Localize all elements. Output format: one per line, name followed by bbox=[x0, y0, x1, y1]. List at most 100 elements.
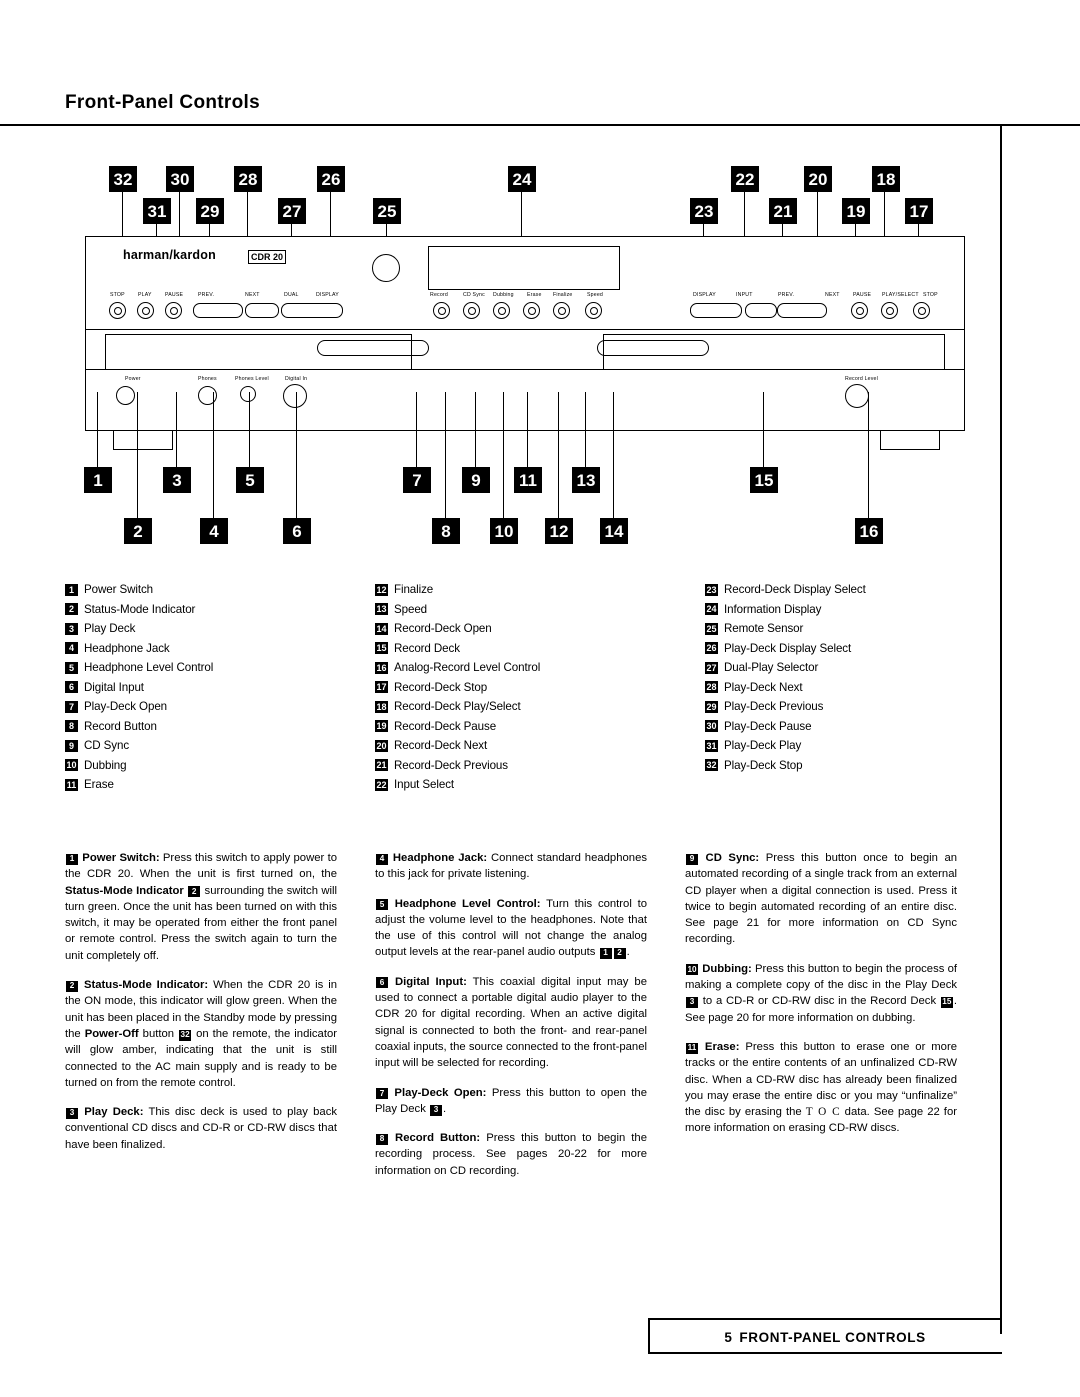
callout-11: 11 bbox=[514, 467, 542, 493]
index-item-number: 5 bbox=[65, 661, 78, 674]
index-item-number: 14 bbox=[375, 622, 388, 635]
index-item-25: 25 Remote Sensor bbox=[705, 619, 1025, 639]
footer-page-number: 5 bbox=[724, 1329, 733, 1345]
footer-top-rule bbox=[648, 1318, 1002, 1320]
description-number: 11 bbox=[686, 1042, 698, 1054]
callout-21: 21 bbox=[769, 198, 797, 224]
play-deck-previous-button[interactable] bbox=[193, 303, 243, 318]
erase-button[interactable] bbox=[523, 302, 540, 319]
speed-button[interactable] bbox=[585, 302, 602, 319]
minilabel-dual-selector: DUAL bbox=[284, 292, 299, 298]
leader-1 bbox=[97, 392, 98, 467]
callout-32: 32 bbox=[109, 166, 137, 192]
minilabel-record: Record bbox=[430, 292, 448, 298]
callout-27: 27 bbox=[278, 198, 306, 224]
play-deck-pause-button[interactable] bbox=[165, 302, 182, 319]
dual-play-selector-button[interactable] bbox=[281, 303, 343, 318]
index-item-label: Information Display bbox=[724, 602, 822, 616]
input-select-button[interactable] bbox=[745, 303, 777, 318]
index-item-1: 1 Power Switch bbox=[65, 580, 365, 600]
headphone-level-control[interactable] bbox=[240, 386, 256, 402]
callout-29: 29 bbox=[196, 198, 224, 224]
page-footer: 5 FRONT-PANEL CONTROLS bbox=[648, 1322, 1002, 1352]
minilabel-digital-in: Digital In bbox=[285, 376, 308, 382]
cd-sync-button[interactable] bbox=[463, 302, 480, 319]
index-item-14: 14 Record-Deck Open bbox=[375, 619, 675, 639]
minilabel-erase: Erase bbox=[527, 292, 542, 298]
index-item-number: 8 bbox=[65, 720, 78, 733]
play-deck-next-button[interactable] bbox=[245, 303, 279, 318]
record-deck-open-slot[interactable] bbox=[597, 340, 709, 356]
minilabel-pause-record-deck: PAUSE bbox=[853, 292, 872, 298]
record-deck-display-select-button[interactable] bbox=[690, 303, 742, 318]
headphone-jack[interactable] bbox=[198, 386, 217, 405]
callout-19: 19 bbox=[842, 198, 870, 224]
callout-25: 25 bbox=[373, 198, 401, 224]
index-item-29: 29 Play-Deck Previous bbox=[705, 697, 1025, 717]
minilabel-dubbing: Dubbing bbox=[493, 292, 514, 298]
finalize-button[interactable] bbox=[553, 302, 570, 319]
index-column-1: 1 Power Switch 2 Status-Mode Indicator 3 Play… bbox=[65, 580, 365, 795]
index-item-label: Remote Sensor bbox=[724, 622, 804, 636]
play-deck-play-button[interactable] bbox=[137, 302, 154, 319]
minilabel-play-play-deck: PLAY bbox=[138, 292, 152, 298]
callout-7: 7 bbox=[403, 467, 431, 493]
analog-record-level-control[interactable] bbox=[845, 384, 869, 408]
leader-3 bbox=[176, 392, 177, 467]
information-display bbox=[428, 246, 620, 290]
callout-23: 23 bbox=[690, 198, 718, 224]
digital-input-jack[interactable] bbox=[283, 384, 307, 408]
callout-26: 26 bbox=[317, 166, 345, 192]
description-paragraph-5: 5 Headphone Level Control: Turn this con… bbox=[375, 897, 648, 960]
index-item-17: 17 Record-Deck Stop bbox=[375, 678, 675, 698]
index-item-4: 4 Headphone Jack bbox=[65, 639, 365, 659]
index-column-2: 12 Finalize 13 Speed 14 Record-Deck Open 15 Rec… bbox=[375, 580, 675, 795]
index-item-number: 2 bbox=[65, 603, 78, 616]
index-item-label: CD Sync bbox=[84, 739, 130, 753]
index-item-label: Play-Deck Next bbox=[724, 680, 803, 694]
index-column-3: 23 Record-Deck Display Select 24 Informatio… bbox=[705, 580, 1025, 775]
minilabel-play-select: PLAY/SELECT bbox=[882, 292, 919, 298]
record-deck-previous-button[interactable] bbox=[777, 303, 827, 318]
dubbing-button[interactable] bbox=[493, 302, 510, 319]
play-deck-open-slot[interactable] bbox=[317, 340, 429, 356]
record-button[interactable] bbox=[433, 302, 450, 319]
callout-16: 16 bbox=[855, 518, 883, 544]
minilabel-cd-sync: CD Sync bbox=[463, 292, 485, 298]
callout-15: 15 bbox=[750, 467, 778, 493]
minilabel-speed: Speed bbox=[587, 292, 604, 298]
description-number: 10 bbox=[686, 964, 698, 976]
description-title: Record Button: bbox=[395, 1132, 481, 1145]
index-item-7: 7 Play-Deck Open bbox=[65, 697, 365, 717]
callout-5: 5 bbox=[236, 467, 264, 493]
description-title: Dubbing: bbox=[702, 962, 752, 975]
record-deck-play-select-button[interactable] bbox=[881, 302, 898, 319]
description-paragraph-1: 1 Power Switch: Press this switch to app… bbox=[65, 852, 338, 962]
document-page: Front-Panel Controls 5 FRONT-PANEL CONTR… bbox=[0, 0, 1080, 1397]
callout-9: 9 bbox=[462, 467, 490, 493]
callout-24: 24 bbox=[508, 166, 536, 192]
power-switch[interactable] bbox=[116, 386, 135, 405]
minilabel-prev-record-deck: PREV. bbox=[778, 292, 795, 298]
callout-28: 28 bbox=[234, 166, 262, 192]
index-item-label: Input Select bbox=[394, 778, 455, 792]
index-item-label: Record-Deck Pause bbox=[394, 719, 497, 733]
description-paragraph-11: 11 Erase: Press this button to erase one… bbox=[685, 1040, 957, 1135]
leader-11 bbox=[527, 392, 528, 467]
brand-logo: harman/kardon bbox=[123, 248, 216, 262]
index-item-number: 28 bbox=[705, 681, 718, 694]
play-deck-stop-button[interactable] bbox=[109, 302, 126, 319]
index-item-number: 18 bbox=[375, 700, 388, 713]
description-paragraph-2: 2 Status-Mode Indicator: When the CDR 20… bbox=[65, 979, 338, 1089]
record-deck-stop-button[interactable] bbox=[913, 302, 930, 319]
index-item-number: 4 bbox=[65, 642, 78, 655]
index-item-number: 16 bbox=[375, 661, 388, 674]
index-item-number: 32 bbox=[705, 759, 718, 772]
index-item-number: 24 bbox=[705, 603, 718, 616]
description-paragraph-4: 4 Headphone Jack: Connect standard headp… bbox=[375, 852, 647, 881]
leader-4 bbox=[213, 392, 214, 518]
callout-8: 8 bbox=[432, 518, 460, 544]
description-column-1: 1 Power Switch: Press this switch to app… bbox=[65, 850, 337, 1166]
record-deck-pause-button[interactable] bbox=[851, 302, 868, 319]
index-item-label: Record-Deck Stop bbox=[394, 680, 488, 694]
